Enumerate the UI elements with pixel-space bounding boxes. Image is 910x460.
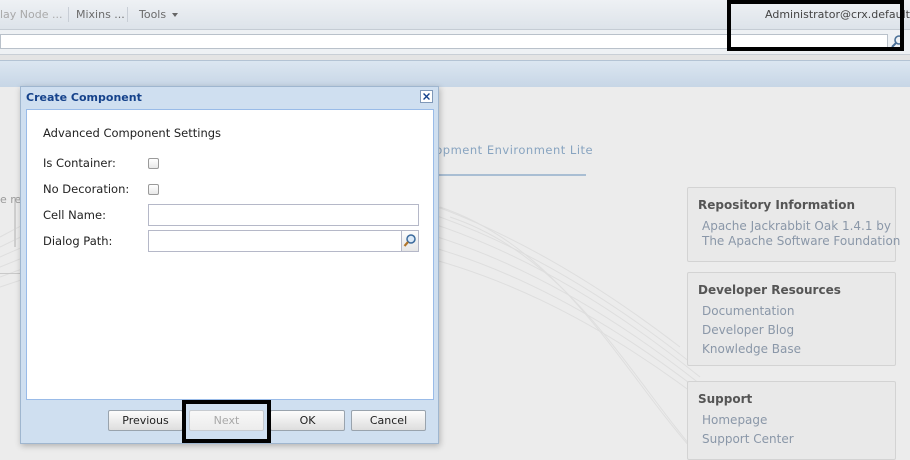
- chevron-down-icon: [172, 13, 179, 17]
- tools-menu[interactable]: Tools: [139, 8, 179, 21]
- close-icon[interactable]: [420, 90, 433, 103]
- cell-name-input[interactable]: [148, 204, 419, 226]
- no-decoration-checkbox[interactable]: [148, 184, 159, 195]
- ok-button[interactable]: OK: [270, 410, 345, 431]
- homepage-link[interactable]: Homepage: [702, 413, 767, 427]
- dialog-path-label: Dialog Path:: [43, 234, 113, 248]
- cell-name-label: Cell Name:: [43, 208, 106, 222]
- user-highlight-box: [727, 0, 904, 51]
- environment-title: elopment Environment Lite: [424, 143, 594, 157]
- dialog-form: Advanced Component Settings Is Container…: [26, 109, 434, 400]
- previous-button[interactable]: Previous: [108, 410, 183, 431]
- repository-info-panel: Repository Information Apache Jackrabbit…: [687, 187, 900, 262]
- overlay-node-button[interactable]: lay Node ...: [0, 8, 63, 21]
- developer-blog-link[interactable]: Developer Blog: [702, 323, 794, 337]
- next-highlight-box: [182, 400, 271, 443]
- toolbar-separator: [127, 7, 128, 22]
- repository-info-line: Apache Jackrabbit Oak 1.4.1 by: [702, 219, 892, 233]
- cancel-button[interactable]: Cancel: [351, 410, 426, 431]
- create-component-dialog: Create Component Advanced Component Sett…: [20, 86, 439, 444]
- repository-info-line: The Apache Software Foundation: [702, 234, 901, 248]
- documentation-link[interactable]: Documentation: [702, 304, 795, 318]
- support-center-link[interactable]: Support Center: [702, 432, 794, 446]
- dialog-path-input[interactable]: [148, 230, 402, 252]
- dialog-path-browse-button[interactable]: [401, 230, 419, 252]
- dialog-title: Create Component: [26, 91, 142, 104]
- magnifier-icon: [403, 234, 416, 247]
- mixins-button[interactable]: Mixins ...: [76, 8, 125, 21]
- is-container-checkbox[interactable]: [148, 158, 159, 169]
- support-title: Support: [698, 392, 753, 406]
- title-underline: [424, 174, 586, 176]
- section-title: Advanced Component Settings: [43, 126, 222, 140]
- developer-resources-title: Developer Resources: [698, 283, 841, 297]
- tools-label: Tools: [139, 8, 167, 21]
- knowledge-base-link[interactable]: Knowledge Base: [702, 342, 801, 356]
- developer-resources-panel: Developer Resources Documentation Develo…: [687, 272, 896, 366]
- divider: [0, 273, 20, 274]
- toolbar-separator: [68, 7, 69, 22]
- is-container-label: Is Container:: [43, 156, 116, 170]
- support-panel: Support Homepage Support Center: [687, 381, 896, 460]
- repository-info-title: Repository Information: [698, 198, 855, 212]
- no-decoration-label: No Decoration:: [43, 182, 130, 196]
- header-strip: [0, 60, 910, 88]
